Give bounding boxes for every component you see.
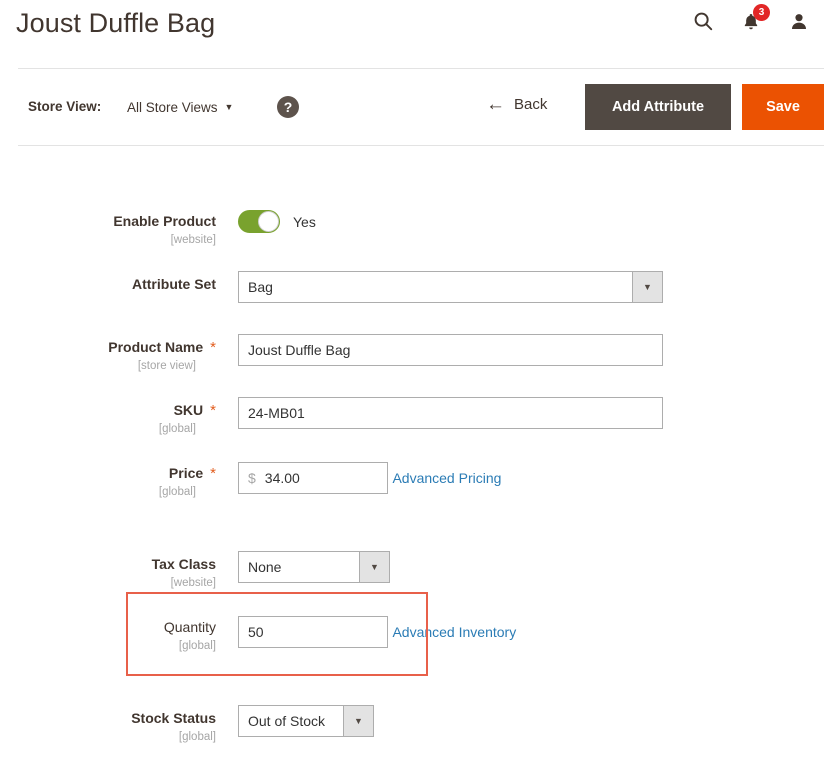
field-enable-product: Enable Product [website] Yes [0, 208, 824, 248]
store-view-label: Store View: [28, 99, 102, 114]
help-icon[interactable]: ? [277, 96, 299, 118]
store-view-value: All Store Views [127, 100, 218, 115]
scope-text: [global] [158, 423, 196, 435]
tax-class-value: None [248, 559, 282, 575]
chevron-down-icon[interactable]: ▼ [359, 552, 389, 582]
label-text: SKU [173, 402, 204, 418]
label-text: Product Name [108, 339, 204, 355]
field-stock-status: Stock Status [global] Out of Stock ▼ [0, 705, 824, 745]
scope-text: [global] [178, 731, 216, 743]
store-view-switcher[interactable]: All Store Views ▼ [127, 100, 233, 115]
sku-control [224, 397, 824, 429]
product-name-input[interactable] [238, 334, 663, 366]
field-attribute-set: Attribute Set Bag ▼ [0, 271, 824, 303]
label-text: Attribute Set [132, 276, 216, 292]
page-title: Joust Duffle Bag [16, 8, 216, 38]
header-actions: 3 [688, 4, 814, 36]
notifications-bell-icon[interactable]: 3 [736, 4, 770, 36]
stock-status-value: Out of Stock [248, 713, 326, 729]
label-text: Tax Class [151, 556, 216, 572]
chevron-down-icon: ▼ [224, 102, 234, 112]
scope-text: [website] [170, 577, 216, 589]
tax-class-label: Tax Class [website] [0, 551, 224, 591]
product-name-control [224, 334, 824, 366]
tax-class-control: None ▼ [224, 551, 824, 583]
field-sku: SKU * [global] [0, 397, 824, 437]
back-button[interactable]: ← Back [486, 95, 547, 114]
scope-text: [store view] [137, 360, 196, 372]
field-product-name: Product Name * [store view] [0, 334, 824, 374]
attribute-set-value: Bag [248, 279, 273, 295]
enable-product-toggle[interactable] [238, 210, 280, 233]
currency-symbol: $ [248, 470, 256, 486]
field-tax-class: Tax Class [website] None ▼ [0, 551, 824, 591]
attribute-set-select[interactable]: Bag ▼ [238, 271, 663, 303]
required-asterisk: * [210, 339, 216, 356]
product-edit-page: Joust Duffle Bag 3 Store View: All Store… [0, 0, 824, 761]
search-icon[interactable] [688, 6, 718, 36]
enable-product-label: Enable Product [website] [0, 208, 224, 248]
toolbar-divider [18, 145, 824, 146]
toggle-knob [258, 211, 279, 232]
sku-label: SKU * [global] [0, 397, 224, 437]
scope-text: [global] [158, 486, 196, 498]
required-asterisk: * [210, 465, 216, 482]
required-asterisk: * [210, 402, 216, 419]
save-button[interactable]: Save [742, 84, 824, 130]
label-text: Enable Product [113, 213, 216, 229]
enable-product-state-label: Yes [293, 213, 316, 230]
enable-product-toggle-row: Yes [238, 208, 824, 233]
scope-text: [website] [170, 234, 216, 246]
label-text: Stock Status [131, 710, 216, 726]
page-header: Joust Duffle Bag 3 [0, 0, 824, 62]
attribute-set-label: Attribute Set [0, 271, 224, 294]
scope-text: [global] [178, 640, 216, 652]
quantity-input[interactable] [238, 616, 388, 648]
sku-input[interactable] [238, 397, 663, 429]
add-attribute-button[interactable]: Add Attribute [585, 84, 731, 130]
notification-count-badge: 3 [753, 4, 770, 21]
advanced-inventory-link[interactable]: Advanced Inventory [392, 624, 516, 640]
label-text: Quantity [163, 619, 216, 635]
price-label: Price * [global] [0, 460, 224, 500]
chevron-down-icon[interactable]: ▼ [632, 272, 662, 302]
quantity-label: Quantity [global] [0, 614, 224, 654]
user-account-icon[interactable] [784, 6, 814, 36]
field-quantity: Quantity [global] Advanced Inventory [0, 614, 824, 654]
stock-status-control: Out of Stock ▼ [224, 705, 824, 737]
stock-status-select[interactable]: Out of Stock ▼ [238, 705, 374, 737]
chevron-down-icon[interactable]: ▼ [343, 706, 373, 736]
advanced-pricing-link[interactable]: Advanced Pricing [392, 470, 501, 486]
enable-product-control: Yes [224, 208, 824, 233]
back-label: Back [514, 96, 548, 113]
attribute-set-control: Bag ▼ [224, 271, 824, 303]
quantity-control: Advanced Inventory [224, 614, 824, 648]
product-name-label: Product Name * [store view] [0, 334, 224, 374]
tax-class-select[interactable]: None ▼ [238, 551, 390, 583]
price-input[interactable] [264, 470, 378, 486]
price-control: $ Advanced Pricing [224, 460, 824, 494]
label-text: Price [168, 465, 204, 481]
arrow-left-icon: ← [486, 94, 505, 115]
field-price: Price * [global] $ Advanced Pricing [0, 460, 824, 500]
stock-status-label: Stock Status [global] [0, 705, 224, 745]
price-input-wrapper: $ [238, 462, 388, 494]
